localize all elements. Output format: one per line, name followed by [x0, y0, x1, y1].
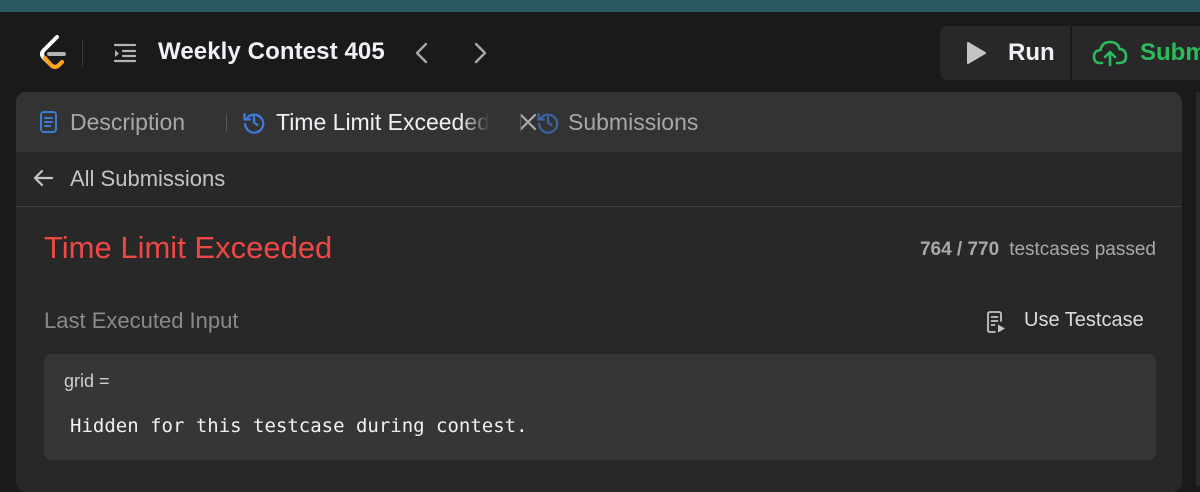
- testcases-passed: 764 / 770 testcases passed: [920, 239, 1156, 261]
- tab-label: Submissions: [568, 109, 699, 135]
- panel-tabbar: Description Time Limit Exceeded Submissi…: [16, 92, 1182, 152]
- tab-submissions[interactable]: Submissions: [536, 92, 736, 152]
- use-testcase-label: Use Testcase: [1024, 309, 1144, 331]
- chevron-left-icon[interactable]: [408, 38, 436, 68]
- passed-count: 764 / 770: [919, 239, 1000, 260]
- tab-time-limit-exceeded[interactable]: Time Limit Exceeded: [242, 92, 537, 152]
- chevron-right-icon[interactable]: [466, 38, 494, 68]
- arrow-left-icon: [33, 169, 54, 187]
- submit-label: Subm: [1140, 39, 1200, 66]
- run-button[interactable]: Run: [940, 26, 1070, 80]
- tab-divider: [226, 114, 227, 132]
- cloud-upload-icon: [1092, 40, 1128, 67]
- nav-divider: [82, 40, 83, 66]
- input-variable-label: grid =: [64, 371, 110, 391]
- last-input-heading: Last Executed Input: [44, 308, 239, 333]
- history-icon: [243, 112, 265, 134]
- top-navbar: Weekly Contest 405 Run Subm: [0, 12, 1200, 92]
- run-submit-group: Run Subm: [940, 26, 1200, 80]
- last-input-box: grid = Hidden for this testcase during c…: [44, 354, 1156, 460]
- leetcode-logo[interactable]: [36, 34, 70, 72]
- play-icon: [967, 42, 986, 64]
- contest-title[interactable]: Weekly Contest 405: [158, 38, 385, 66]
- input-variable-value: Hidden for this testcase during contest.: [70, 415, 528, 437]
- use-testcase-button[interactable]: Use Testcase: [982, 306, 1162, 336]
- back-label: All Submissions: [70, 166, 226, 191]
- top-accent-strip: [0, 0, 1200, 12]
- result-status: Time Limit Exceeded: [44, 230, 333, 265]
- tab-description[interactable]: Description: [38, 92, 218, 152]
- close-icon[interactable]: [518, 112, 538, 132]
- history-icon: [537, 112, 559, 134]
- tab-label: Time Limit Exceeded: [276, 109, 490, 135]
- problem-list-icon[interactable]: [112, 40, 138, 66]
- description-icon: [40, 111, 57, 133]
- submit-button[interactable]: Subm: [1072, 26, 1200, 80]
- tab-label-fade: [460, 106, 490, 138]
- run-label: Run: [1008, 39, 1055, 66]
- tab-label: Description: [70, 109, 186, 135]
- passed-text: testcases passed: [1009, 239, 1156, 260]
- tab-divider: [520, 114, 521, 132]
- use-testcase-icon: [987, 311, 1005, 333]
- all-submissions-link[interactable]: All Submissions: [16, 152, 1182, 207]
- submission-panel: Description Time Limit Exceeded Submissi…: [16, 92, 1182, 492]
- adjacent-panel-edge: [1196, 92, 1200, 486]
